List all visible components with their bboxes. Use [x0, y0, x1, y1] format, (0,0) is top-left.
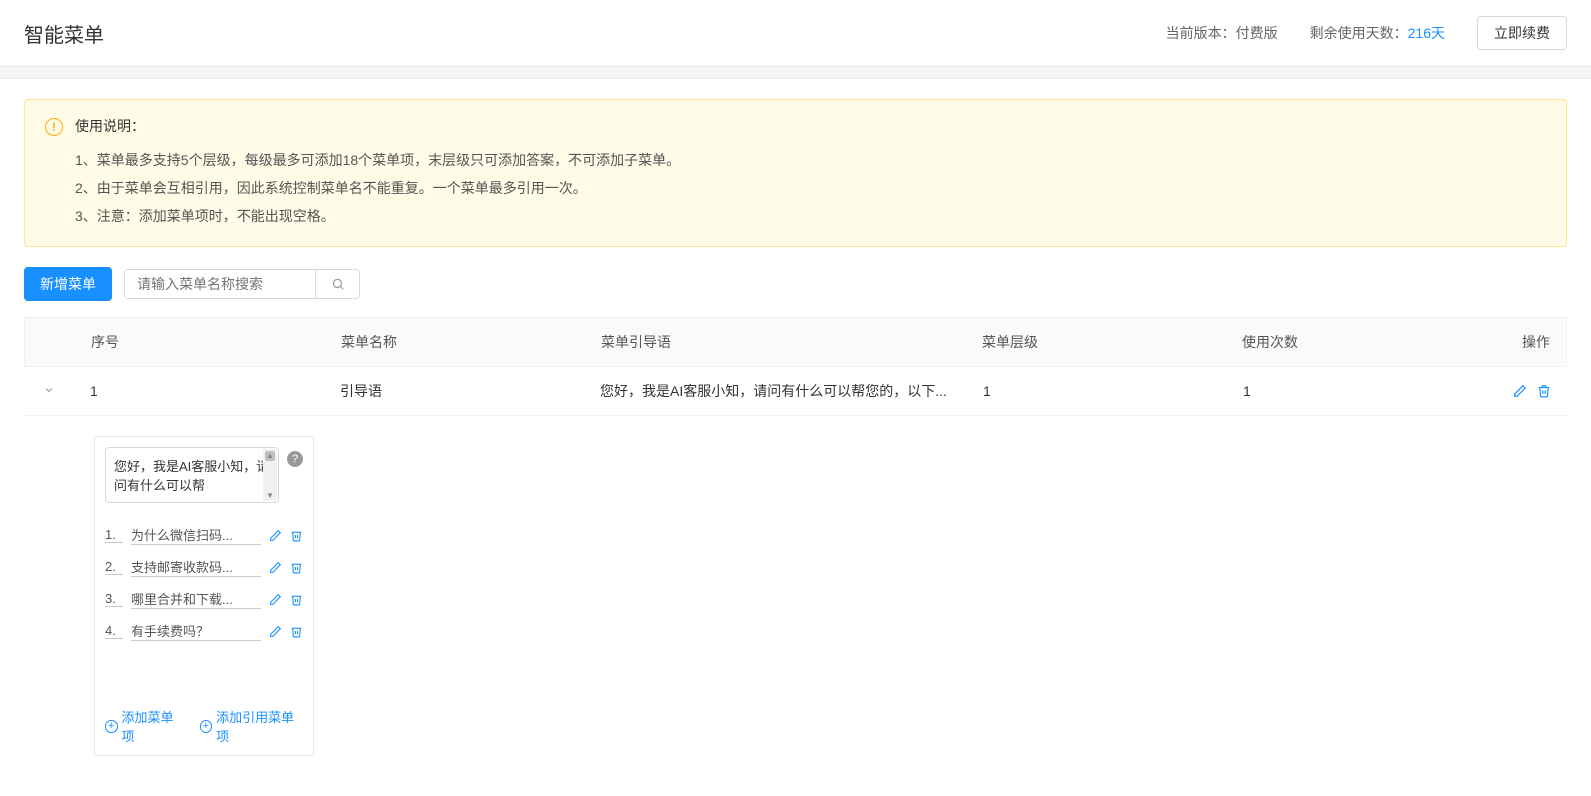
list-item: 2. 支持邮寄收款码...	[105, 551, 303, 583]
menu-table: 序号 菜单名称 菜单引导语 菜单层级 使用次数 操作 1 引导语 您好，我是AI…	[24, 317, 1567, 776]
search-button[interactable]	[315, 270, 359, 298]
trash-icon	[290, 625, 303, 638]
trash-icon	[290, 593, 303, 606]
plus-circle-icon: +	[200, 720, 213, 733]
delete-item-button[interactable]	[290, 529, 303, 542]
scroll-up-icon: ▲	[263, 450, 277, 460]
scroll-down-icon: ▼	[263, 490, 277, 500]
guide-text-box[interactable]: 您好，我是AI客服小知，请问有什么可以帮 ▲ ▼	[105, 447, 279, 503]
new-menu-button[interactable]: 新增菜单	[24, 267, 112, 301]
cell-level: 1	[967, 369, 1227, 413]
page-title: 智能菜单	[24, 19, 104, 48]
search-box	[124, 269, 360, 299]
alert-line: 1、菜单最多支持5个层级，每级最多可添加18个菜单项，末层级只可添加答案，不可添…	[75, 146, 1546, 174]
edit-item-button[interactable]	[269, 561, 282, 574]
version-info: 当前版本：付费版	[1166, 23, 1278, 43]
days-info: 剩余使用天数：216天	[1310, 23, 1445, 43]
list-item: 1. 为什么微信扫码...	[105, 519, 303, 551]
row-expanded-detail: 您好，我是AI客服小知，请问有什么可以帮 ▲ ▼ ? 1. 为什么微信扫码...	[24, 416, 1567, 776]
item-label: 为什么微信扫码...	[131, 525, 261, 545]
delete-item-button[interactable]	[290, 593, 303, 606]
alert-title: 使用说明：	[75, 116, 1546, 136]
item-label: 有手续费吗？	[131, 621, 261, 641]
page-header: 智能菜单 当前版本：付费版 剩余使用天数：216天 立即续费	[0, 0, 1591, 67]
th-level: 菜单层级	[966, 318, 1226, 366]
add-ref-menu-item-link[interactable]: + 添加引用菜单项	[200, 707, 303, 745]
trash-icon	[1537, 384, 1551, 398]
trash-icon	[290, 529, 303, 542]
plus-circle-icon: +	[105, 720, 118, 733]
item-number: 4.	[105, 623, 123, 639]
delete-item-button[interactable]	[290, 625, 303, 638]
add-menu-item-link[interactable]: + 添加菜单项	[105, 707, 184, 745]
edit-item-button[interactable]	[269, 529, 282, 542]
cell-guide: 您好，我是AI客服小知，请问有什么可以帮您的，以下...	[584, 367, 967, 415]
header-info: 当前版本：付费版 剩余使用天数：216天 立即续费	[1166, 16, 1567, 50]
table-row: 1 引导语 您好，我是AI客服小知，请问有什么可以帮您的，以下... 1 1	[24, 367, 1567, 416]
menu-items-list: 1. 为什么微信扫码... 2. 支持邮寄收款码...	[105, 519, 303, 647]
list-item: 4. 有手续费吗？	[105, 615, 303, 647]
cell-name: 引导语	[324, 367, 584, 415]
cell-seq: 1	[74, 369, 324, 413]
usage-alert: ! 使用说明： 1、菜单最多支持5个层级，每级最多可添加18个菜单项，末层级只可…	[24, 99, 1567, 247]
expand-toggle[interactable]	[43, 384, 55, 399]
th-action: 操作	[1486, 318, 1566, 366]
delete-item-button[interactable]	[290, 561, 303, 574]
item-number: 3.	[105, 591, 123, 607]
th-name: 菜单名称	[325, 318, 585, 366]
edit-item-button[interactable]	[269, 625, 282, 638]
chevron-down-icon	[43, 384, 55, 396]
item-label: 哪里合并和下载...	[131, 589, 261, 609]
scrollbar[interactable]: ▲ ▼	[263, 449, 277, 501]
delete-button[interactable]	[1537, 384, 1551, 398]
menu-detail-card: 您好，我是AI客服小知，请问有什么可以帮 ▲ ▼ ? 1. 为什么微信扫码...	[94, 436, 314, 756]
item-number: 1.	[105, 527, 123, 543]
th-usage: 使用次数	[1226, 318, 1486, 366]
edit-button[interactable]	[1513, 384, 1527, 398]
table-header: 序号 菜单名称 菜单引导语 菜单层级 使用次数 操作	[24, 317, 1567, 367]
list-item: 3. 哪里合并和下载...	[105, 583, 303, 615]
divider	[0, 67, 1591, 79]
search-input[interactable]	[125, 270, 315, 298]
alert-line: 2、由于菜单会互相引用，因此系统控制菜单名不能重复。一个菜单最多引用一次。	[75, 174, 1546, 202]
toolbar: 新增菜单	[24, 267, 1567, 301]
edit-icon	[269, 529, 282, 542]
item-label: 支持邮寄收款码...	[131, 557, 261, 577]
help-icon[interactable]: ?	[287, 451, 303, 467]
cell-usage: 1	[1227, 369, 1487, 413]
edit-item-button[interactable]	[269, 593, 282, 606]
item-number: 2.	[105, 559, 123, 575]
edit-icon	[269, 593, 282, 606]
th-guide: 菜单引导语	[585, 318, 966, 366]
edit-icon	[269, 561, 282, 574]
trash-icon	[290, 561, 303, 574]
search-icon	[331, 277, 345, 291]
edit-icon	[1513, 384, 1527, 398]
edit-icon	[269, 625, 282, 638]
alert-line: 3、注意：添加菜单项时，不能出现空格。	[75, 202, 1546, 230]
th-seq: 序号	[75, 318, 325, 366]
days-value: 216天	[1408, 25, 1445, 41]
warning-icon: !	[45, 118, 63, 136]
renew-button[interactable]: 立即续费	[1477, 16, 1567, 50]
